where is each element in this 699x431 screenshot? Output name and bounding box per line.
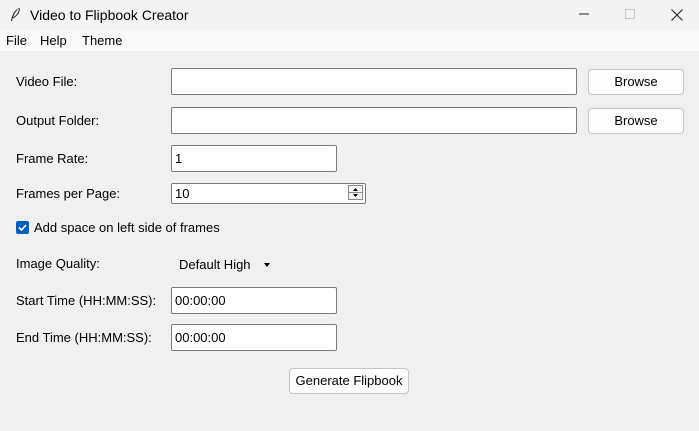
app-window: Video to Flipbook Creator File Help Them… [0, 0, 699, 431]
frame-rate-label: Frame Rate: [16, 151, 89, 166]
title-bar[interactable]: Video to Flipbook Creator [0, 0, 699, 30]
menu-bar: File Help Theme [0, 30, 699, 51]
checkmark-icon [18, 224, 27, 232]
video-file-label: Video File: [16, 74, 78, 89]
frames-per-page-spinbox[interactable] [171, 183, 366, 204]
end-time-label: End Time (HH:MM:SS): [16, 330, 152, 345]
image-quality-dropdown[interactable]: Default High [171, 254, 275, 276]
window-title: Video to Flipbook Creator [30, 7, 189, 23]
left-space-checkbox[interactable] [16, 221, 29, 234]
end-time-input[interactable] [171, 324, 337, 351]
menu-help[interactable]: Help [40, 33, 67, 49]
browse-output-button[interactable]: Browse [588, 108, 684, 134]
start-time-label: Start Time (HH:MM:SS): [16, 293, 157, 308]
maximize-icon [625, 9, 635, 19]
browse-video-button[interactable]: Browse [588, 69, 684, 95]
dropdown-arrow-icon [264, 263, 270, 267]
maximize-button[interactable] [607, 0, 653, 30]
generate-flipbook-button[interactable]: Generate Flipbook [289, 368, 409, 394]
start-time-input[interactable] [171, 287, 337, 314]
output-folder-label: Output Folder: [16, 113, 100, 128]
spin-arrows-icon [349, 188, 362, 197]
image-quality-label: Image Quality: [16, 256, 100, 271]
minimize-icon [579, 13, 589, 15]
frames-per-page-label: Frames per Page: [16, 186, 121, 201]
image-quality-value: Default High [179, 257, 251, 272]
menu-file[interactable]: File [6, 33, 27, 49]
spinbox-arrows[interactable] [348, 185, 363, 200]
close-button[interactable] [653, 0, 699, 30]
frame-rate-input[interactable] [171, 145, 337, 172]
close-icon [671, 9, 683, 21]
feather-icon [8, 7, 22, 23]
minimize-button[interactable] [561, 0, 607, 30]
menu-theme[interactable]: Theme [82, 33, 122, 49]
output-folder-input[interactable] [171, 107, 577, 134]
video-file-input[interactable] [171, 68, 577, 95]
left-space-label[interactable]: Add space on left side of frames [34, 220, 220, 236]
